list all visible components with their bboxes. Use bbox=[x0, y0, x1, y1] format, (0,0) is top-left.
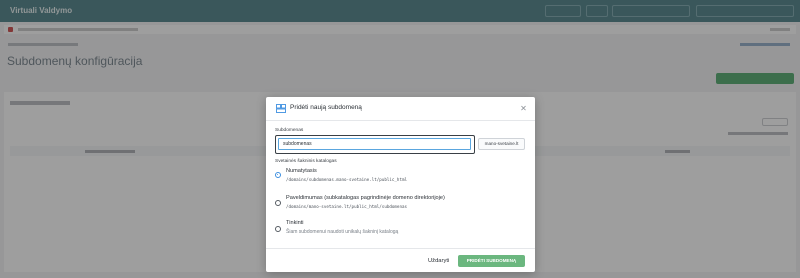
radio-inherited[interactable] bbox=[275, 200, 281, 206]
option-inherited-path: /domains/mano-svetaine.lt/public_html/su… bbox=[286, 204, 408, 209]
close-icon[interactable]: ✕ bbox=[519, 104, 528, 113]
add-subdomain-dialog: Pridėti naują subdomeną ✕ Subdomenas man… bbox=[266, 97, 535, 272]
subdomain-field-focus bbox=[275, 135, 475, 154]
dialog-header: Pridėti naują subdomeną ✕ bbox=[266, 97, 535, 121]
option-custom-description: Šiam subdomenui naudoti unikalų šakninį … bbox=[286, 229, 399, 235]
dialog-title: Pridėti naują subdomeną bbox=[290, 104, 362, 111]
option-custom-title: Tinkinti bbox=[286, 220, 304, 226]
subdomain-icon bbox=[276, 104, 286, 113]
add-subdomain-submit-button[interactable]: PRIDĖTI SUBDOMENĄ bbox=[458, 255, 525, 267]
option-default-title: Numatytasis bbox=[286, 168, 317, 174]
subdomain-input[interactable] bbox=[278, 138, 471, 150]
option-default-path: /domains/subdomenas.mano-svetaine.lt/pub… bbox=[286, 177, 408, 182]
subdomain-label: Subdomenas bbox=[275, 128, 304, 133]
radio-custom[interactable] bbox=[275, 226, 281, 232]
option-inherited-title: Paveldimumas (subkatalogas pagrindinėje … bbox=[286, 195, 445, 201]
domain-select-button[interactable]: mano-svetaine.lt bbox=[478, 138, 525, 150]
cancel-button[interactable]: Uždaryti bbox=[428, 258, 449, 264]
radio-default[interactable] bbox=[275, 172, 281, 178]
root-directory-heading: Svetainės šakninis katalogas bbox=[275, 159, 337, 164]
